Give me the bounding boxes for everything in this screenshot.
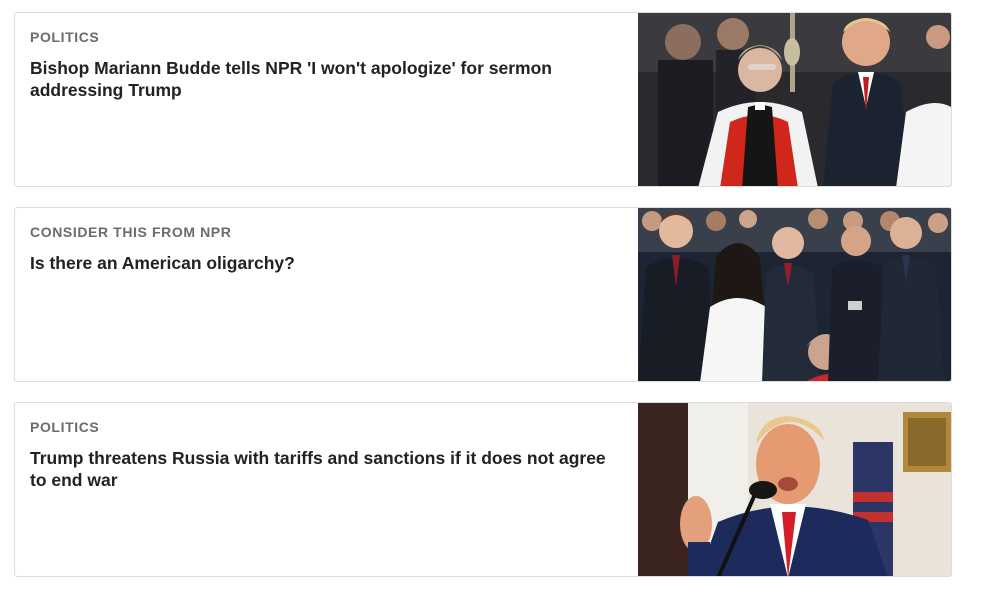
story-slug[interactable]: POLITICS	[30, 29, 626, 45]
story-text: POLITICS Bishop Mariann Budde tells NPR …	[15, 13, 638, 186]
story-feed: POLITICS Bishop Mariann Budde tells NPR …	[14, 12, 952, 597]
bishop-photo-illustration	[638, 13, 951, 186]
story-slug[interactable]: CONSIDER THIS FROM NPR	[30, 224, 626, 240]
story-card[interactable]: CONSIDER THIS FROM NPR Is there an Ameri…	[14, 207, 952, 382]
story-card[interactable]: POLITICS Trump threatens Russia with tar…	[14, 402, 952, 577]
story-card[interactable]: POLITICS Bishop Mariann Budde tells NPR …	[14, 12, 952, 187]
story-headline[interactable]: Is there an American oligarchy?	[30, 252, 626, 274]
story-image[interactable]	[638, 208, 951, 381]
story-image[interactable]	[638, 403, 951, 576]
story-image[interactable]	[638, 13, 951, 186]
crowd-photo-illustration	[638, 208, 951, 381]
speaker-photo-illustration	[638, 403, 951, 576]
story-headline[interactable]: Trump threatens Russia with tariffs and …	[30, 447, 626, 491]
story-headline[interactable]: Bishop Mariann Budde tells NPR 'I won't …	[30, 57, 626, 101]
story-text: POLITICS Trump threatens Russia with tar…	[15, 403, 638, 576]
story-slug[interactable]: POLITICS	[30, 419, 626, 435]
story-text: CONSIDER THIS FROM NPR Is there an Ameri…	[15, 208, 638, 381]
